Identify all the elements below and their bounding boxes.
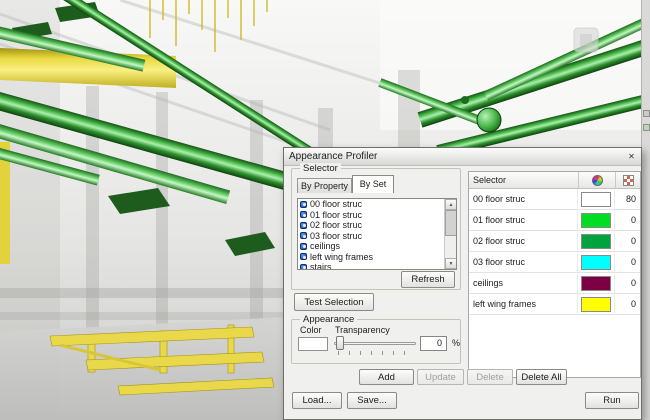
row-color-swatch	[581, 233, 612, 249]
appearance-group: Appearance Color Transparency 0 %	[291, 314, 461, 364]
selection-set-icon	[300, 232, 307, 240]
selection-sets-list[interactable]: 00 floor struc 01 floor struc 02 floor s…	[297, 198, 457, 270]
row-selector-name: left wing frames	[473, 299, 537, 309]
selection-set-icon	[300, 253, 307, 261]
table-row[interactable]: 01 floor struc 0	[469, 209, 640, 231]
profiles-table[interactable]: Selector 00 floor struc 80 01 floor stru…	[468, 171, 641, 378]
list-scrollbar[interactable]: ▲ ▼	[444, 199, 456, 269]
table-header-selector: Selector	[473, 175, 507, 185]
right-sidebar-rail[interactable]	[641, 0, 650, 420]
selector-group: Selector By Property By Set 00 floor str…	[291, 163, 461, 290]
table-header-transparency	[615, 172, 641, 189]
row-color-cell	[577, 251, 614, 273]
table-row[interactable]: 00 floor struc 80	[469, 188, 640, 210]
row-color-swatch	[581, 275, 612, 291]
selection-set-icon	[300, 242, 307, 250]
row-selector-name: 01 floor struc	[473, 215, 526, 225]
list-item[interactable]: 03 floor struc	[298, 231, 456, 242]
row-color-cell	[577, 272, 614, 294]
slider-ticks	[338, 351, 414, 355]
scrollbar-thumb[interactable]	[445, 210, 456, 236]
update-button[interactable]: Update	[417, 369, 464, 385]
row-selector-name: 00 floor struc	[473, 194, 526, 204]
row-transparency-value: 0	[614, 209, 640, 231]
table-row[interactable]: 03 floor struc 0	[469, 251, 640, 273]
add-button[interactable]: Add	[359, 369, 414, 385]
color-picker-swatch[interactable]	[298, 337, 328, 351]
list-item[interactable]: 02 floor struc	[298, 220, 456, 231]
delete-button[interactable]: Delete	[467, 369, 513, 385]
load-button[interactable]: Load...	[292, 392, 342, 409]
table-header-color	[578, 172, 615, 189]
transparency-value-box[interactable]: 0	[420, 336, 447, 351]
row-color-cell	[577, 230, 614, 252]
table-row[interactable]: 02 floor struc 0	[469, 230, 640, 252]
selection-set-icon	[300, 263, 307, 269]
row-selector-name: 03 floor struc	[473, 257, 526, 267]
run-button[interactable]: Run	[585, 392, 639, 409]
rail-panel-icon-2[interactable]	[643, 124, 650, 131]
row-transparency-value: 0	[614, 272, 640, 294]
appearance-group-label: Appearance	[300, 314, 358, 325]
selector-group-label: Selector	[300, 163, 341, 174]
refresh-button[interactable]: Refresh	[401, 271, 455, 288]
row-color-swatch	[581, 212, 612, 228]
table-row[interactable]: ceilings 0	[469, 272, 640, 294]
appearance-profiler-dialog: Appearance Profiler ✕ Selector By Proper…	[283, 147, 642, 420]
table-row[interactable]: left wing frames 0	[469, 293, 640, 315]
test-selection-button[interactable]: Test Selection	[294, 293, 374, 311]
row-color-cell	[577, 293, 614, 315]
save-button[interactable]: Save...	[347, 392, 397, 409]
color-sphere-icon	[591, 175, 603, 186]
table-header: Selector	[469, 172, 640, 189]
list-item[interactable]: ceilings	[298, 241, 456, 252]
row-color-swatch	[581, 191, 612, 207]
application-window: Appearance Profiler ✕ Selector By Proper…	[0, 0, 650, 420]
delete-all-button[interactable]: Delete All	[516, 369, 567, 385]
list-item-label: 03 floor struc	[310, 230, 363, 241]
row-color-cell	[577, 209, 614, 231]
row-color-swatch	[581, 254, 612, 270]
dialog-title: Appearance Profiler	[289, 151, 378, 162]
transparency-icon	[623, 175, 634, 186]
selection-set-icon	[300, 200, 307, 208]
row-transparency-value: 0	[614, 230, 640, 252]
row-selector-name: 02 floor struc	[473, 236, 526, 246]
list-item[interactable]: stairs	[298, 262, 456, 270]
color-label: Color	[300, 325, 322, 335]
close-icon[interactable]: ✕	[625, 150, 638, 163]
slider-track[interactable]	[334, 342, 416, 345]
transparency-slider[interactable]	[334, 334, 416, 356]
row-transparency-value: 0	[614, 293, 640, 315]
selection-set-icon	[300, 211, 307, 219]
scroll-up-icon[interactable]: ▲	[445, 199, 456, 210]
list-item-label: stairs	[310, 262, 332, 270]
list-item[interactable]: 00 floor struc	[298, 199, 456, 210]
row-color-cell	[577, 188, 614, 210]
slider-thumb[interactable]	[336, 336, 344, 350]
list-item-label: 02 floor struc	[310, 220, 363, 230]
scroll-down-icon[interactable]: ▼	[445, 258, 456, 269]
selection-set-icon	[300, 221, 307, 229]
percent-label: %	[452, 338, 461, 348]
tab-by-property[interactable]: By Property	[297, 178, 352, 193]
rail-panel-icon[interactable]	[643, 110, 650, 117]
list-item-label: 01 floor struc	[310, 209, 363, 220]
tab-by-set[interactable]: By Set	[352, 175, 394, 193]
list-item-label: left wing frames	[310, 251, 374, 262]
list-item[interactable]: 01 floor struc	[298, 210, 456, 221]
list-item-label: 00 floor struc	[310, 199, 363, 209]
row-transparency-value: 80	[614, 188, 640, 210]
list-item[interactable]: left wing frames	[298, 252, 456, 263]
list-item-label: ceilings	[310, 241, 341, 251]
row-transparency-value: 0	[614, 251, 640, 273]
row-selector-name: ceilings	[473, 278, 504, 288]
row-color-swatch	[581, 296, 612, 312]
